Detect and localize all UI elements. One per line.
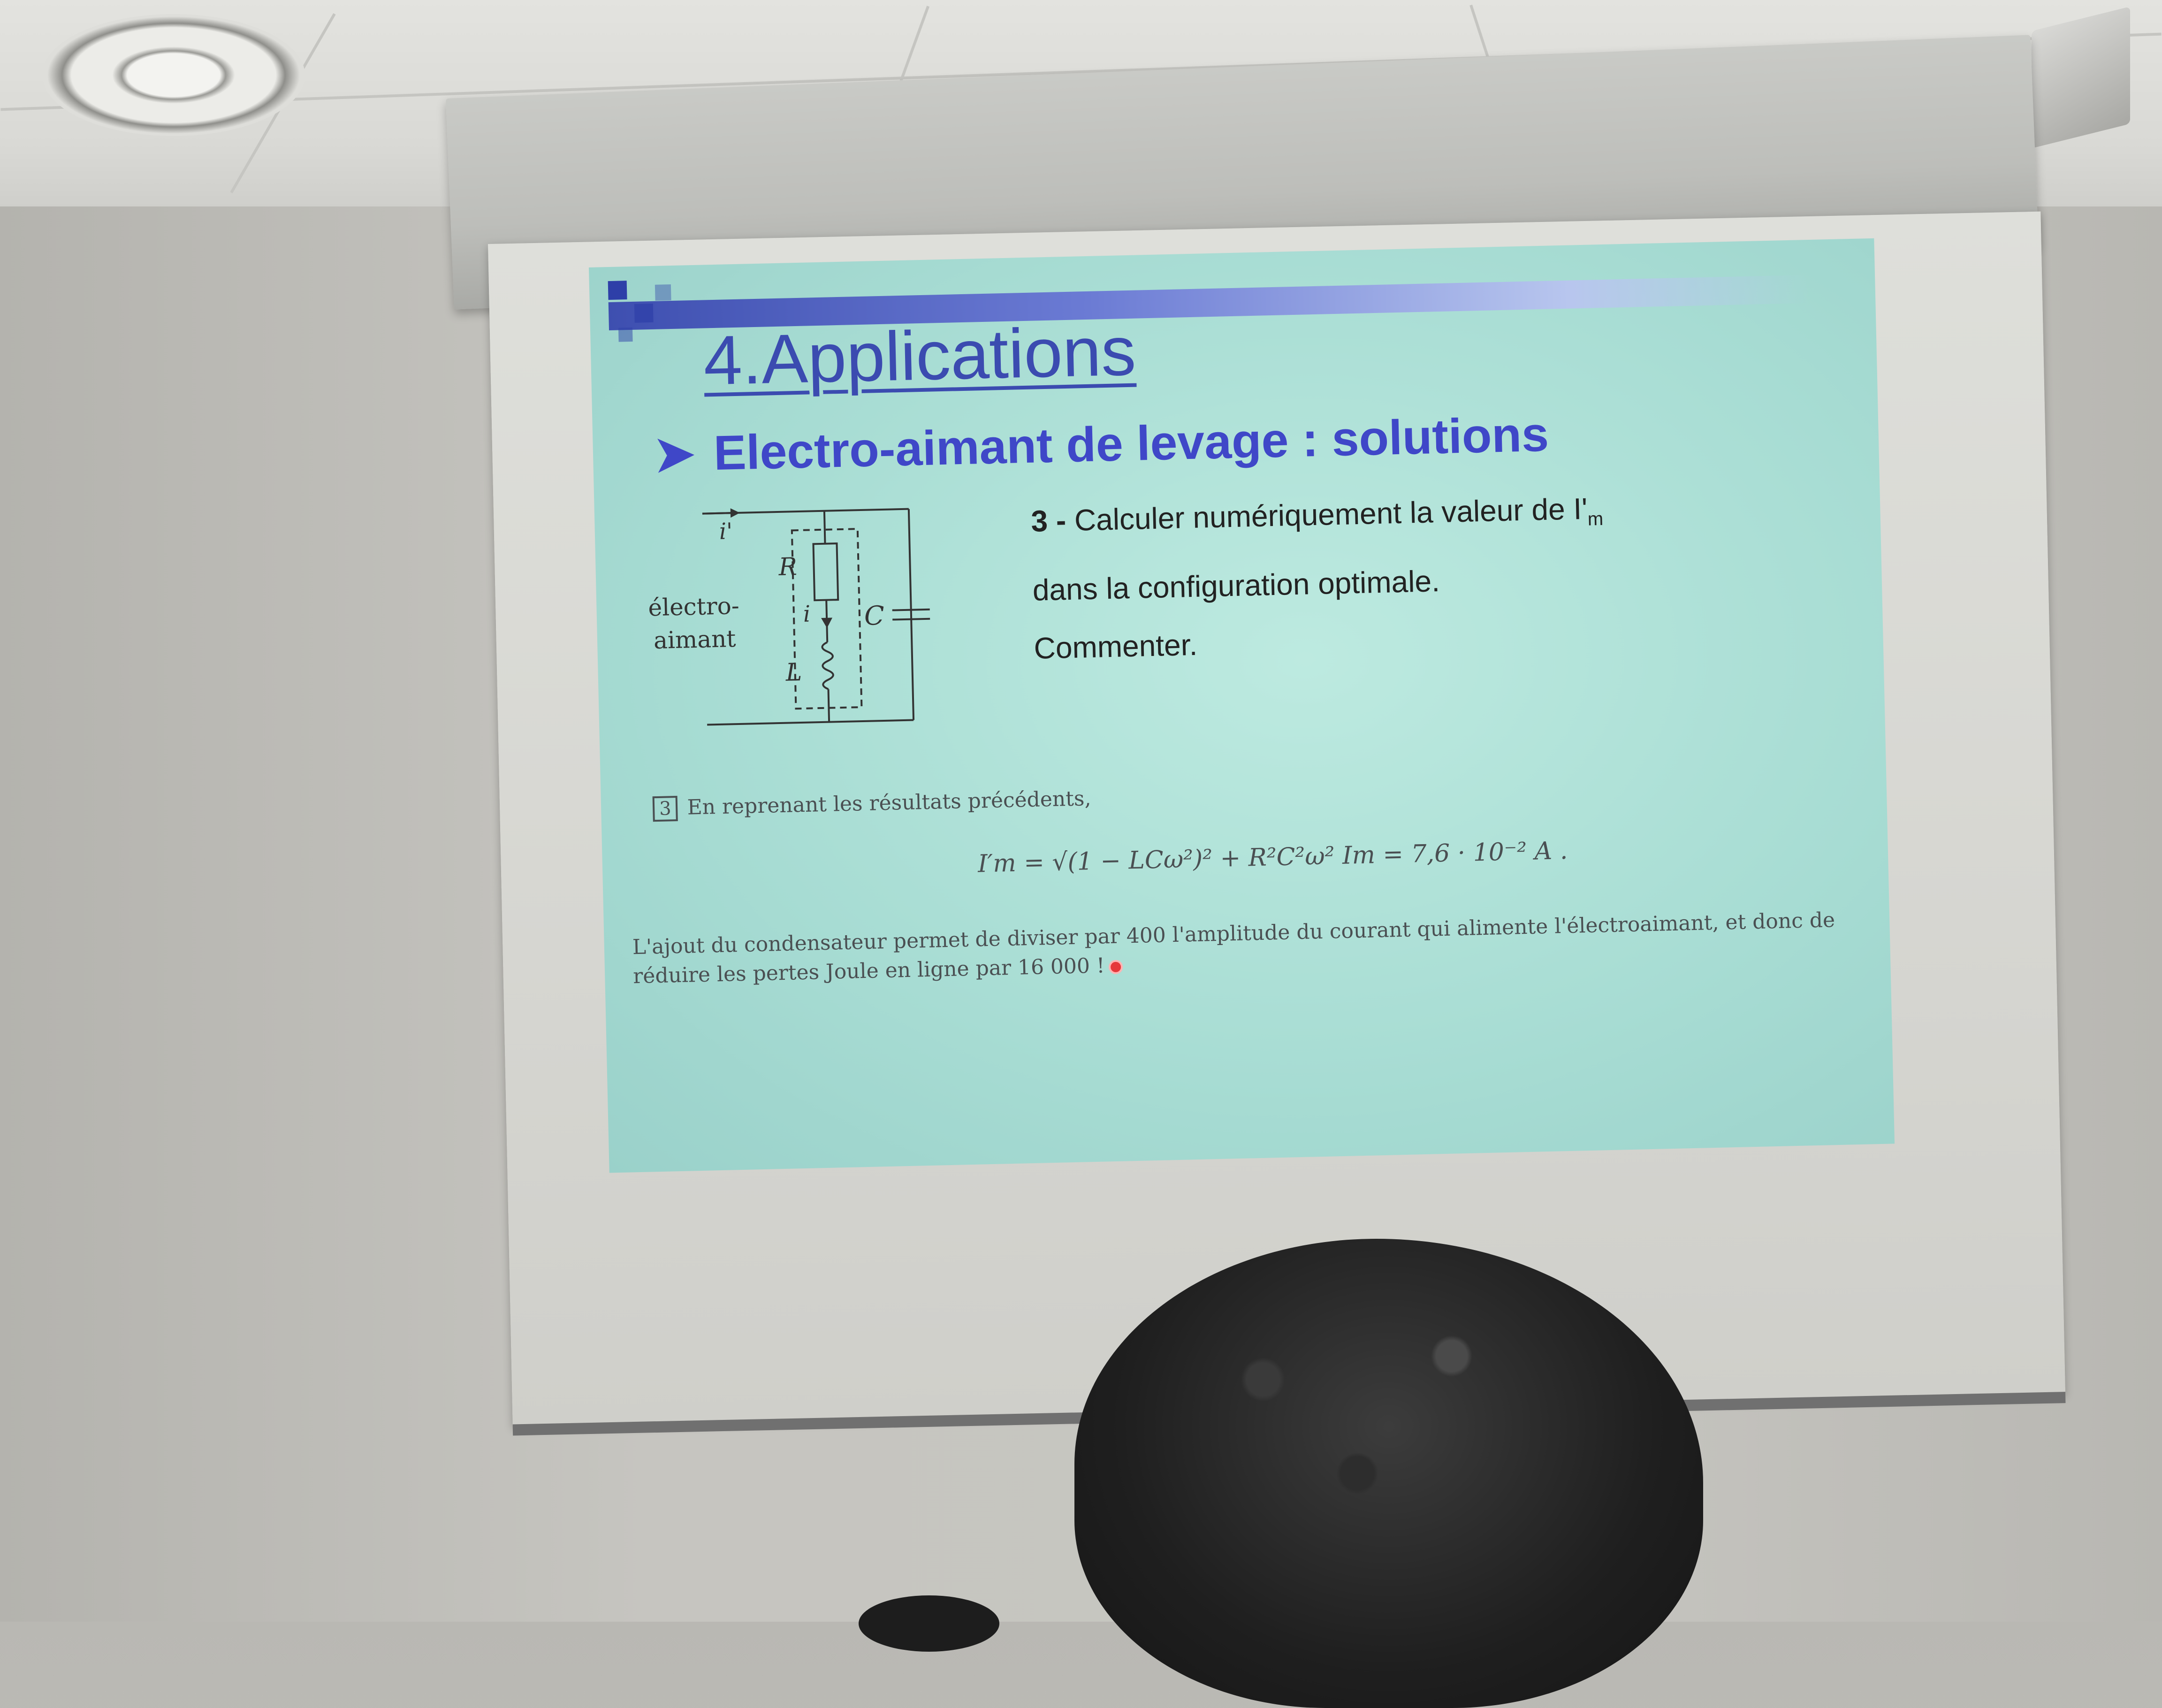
answer-comment: L'ajout du condensateur permet de divise… bbox=[632, 905, 1876, 991]
current-arrow bbox=[702, 512, 735, 515]
arrow-bullet-icon: ➤ bbox=[653, 426, 696, 482]
question-line-3: Commenter. bbox=[1033, 627, 1198, 665]
electromagnet-label-line1: électro- bbox=[648, 592, 739, 621]
decorative-square bbox=[634, 303, 654, 323]
subtitle-text: Electro-aimant de levage : solutions bbox=[713, 407, 1550, 481]
inductor-coil-icon bbox=[821, 641, 834, 690]
question-block: 3 - Calculer numériquement la valeur de … bbox=[1030, 479, 1606, 677]
question-subscript: m bbox=[1587, 508, 1604, 530]
wire-branch-bottom bbox=[827, 689, 830, 722]
decorative-square bbox=[655, 284, 671, 301]
current-in-label: i' bbox=[719, 518, 733, 545]
resistor-label: R bbox=[778, 553, 798, 581]
capacitor-label: C bbox=[864, 601, 884, 632]
wire-right bbox=[907, 509, 915, 720]
answer-formula: I′m = √(1 − LCω²)² + R²C²ω² Im = 7,6 · 1… bbox=[977, 836, 1568, 878]
answer-intro-text: En reprenant les résultats précédents, bbox=[687, 786, 1091, 820]
answer-intro: 3 En reprenant les résultats précédents, bbox=[652, 786, 1091, 822]
question-line-1: 3 - Calculer numériquement la valeur de … bbox=[1030, 479, 1604, 561]
decorative-square bbox=[618, 327, 633, 342]
electromagnet-label-line2: aimant bbox=[653, 625, 736, 654]
capacitor-plate bbox=[892, 618, 930, 621]
wire-branch-top bbox=[823, 511, 826, 544]
slide-title: 4.Applications bbox=[702, 312, 1137, 400]
question-number: 3 - bbox=[1030, 503, 1066, 538]
ceiling-vent bbox=[42, 14, 305, 136]
resistor-symbol bbox=[812, 542, 839, 602]
question-text-1: Calculer numériquement la valeur de I' bbox=[1074, 491, 1588, 537]
slide-subtitle: ➤ Electro-aimant de levage : solutions bbox=[654, 405, 1549, 483]
inductor-label: L bbox=[785, 658, 802, 687]
branch-current-arrow-icon bbox=[821, 618, 833, 628]
wire-bottom bbox=[707, 719, 914, 726]
answer-number-box: 3 bbox=[652, 796, 678, 822]
current-label: i bbox=[803, 601, 811, 627]
slide: 4.Applications ➤ Electro-aimant de levage… bbox=[589, 238, 1895, 1173]
wall-speaker bbox=[2032, 6, 2130, 149]
laser-pointer-dot bbox=[1108, 960, 1123, 974]
audience-head-partial bbox=[859, 1595, 999, 1652]
current-arrow-head-icon bbox=[730, 508, 740, 518]
decorative-square bbox=[608, 281, 627, 300]
circuit-diagram: i' R i L C électro- aimant bbox=[648, 508, 930, 726]
